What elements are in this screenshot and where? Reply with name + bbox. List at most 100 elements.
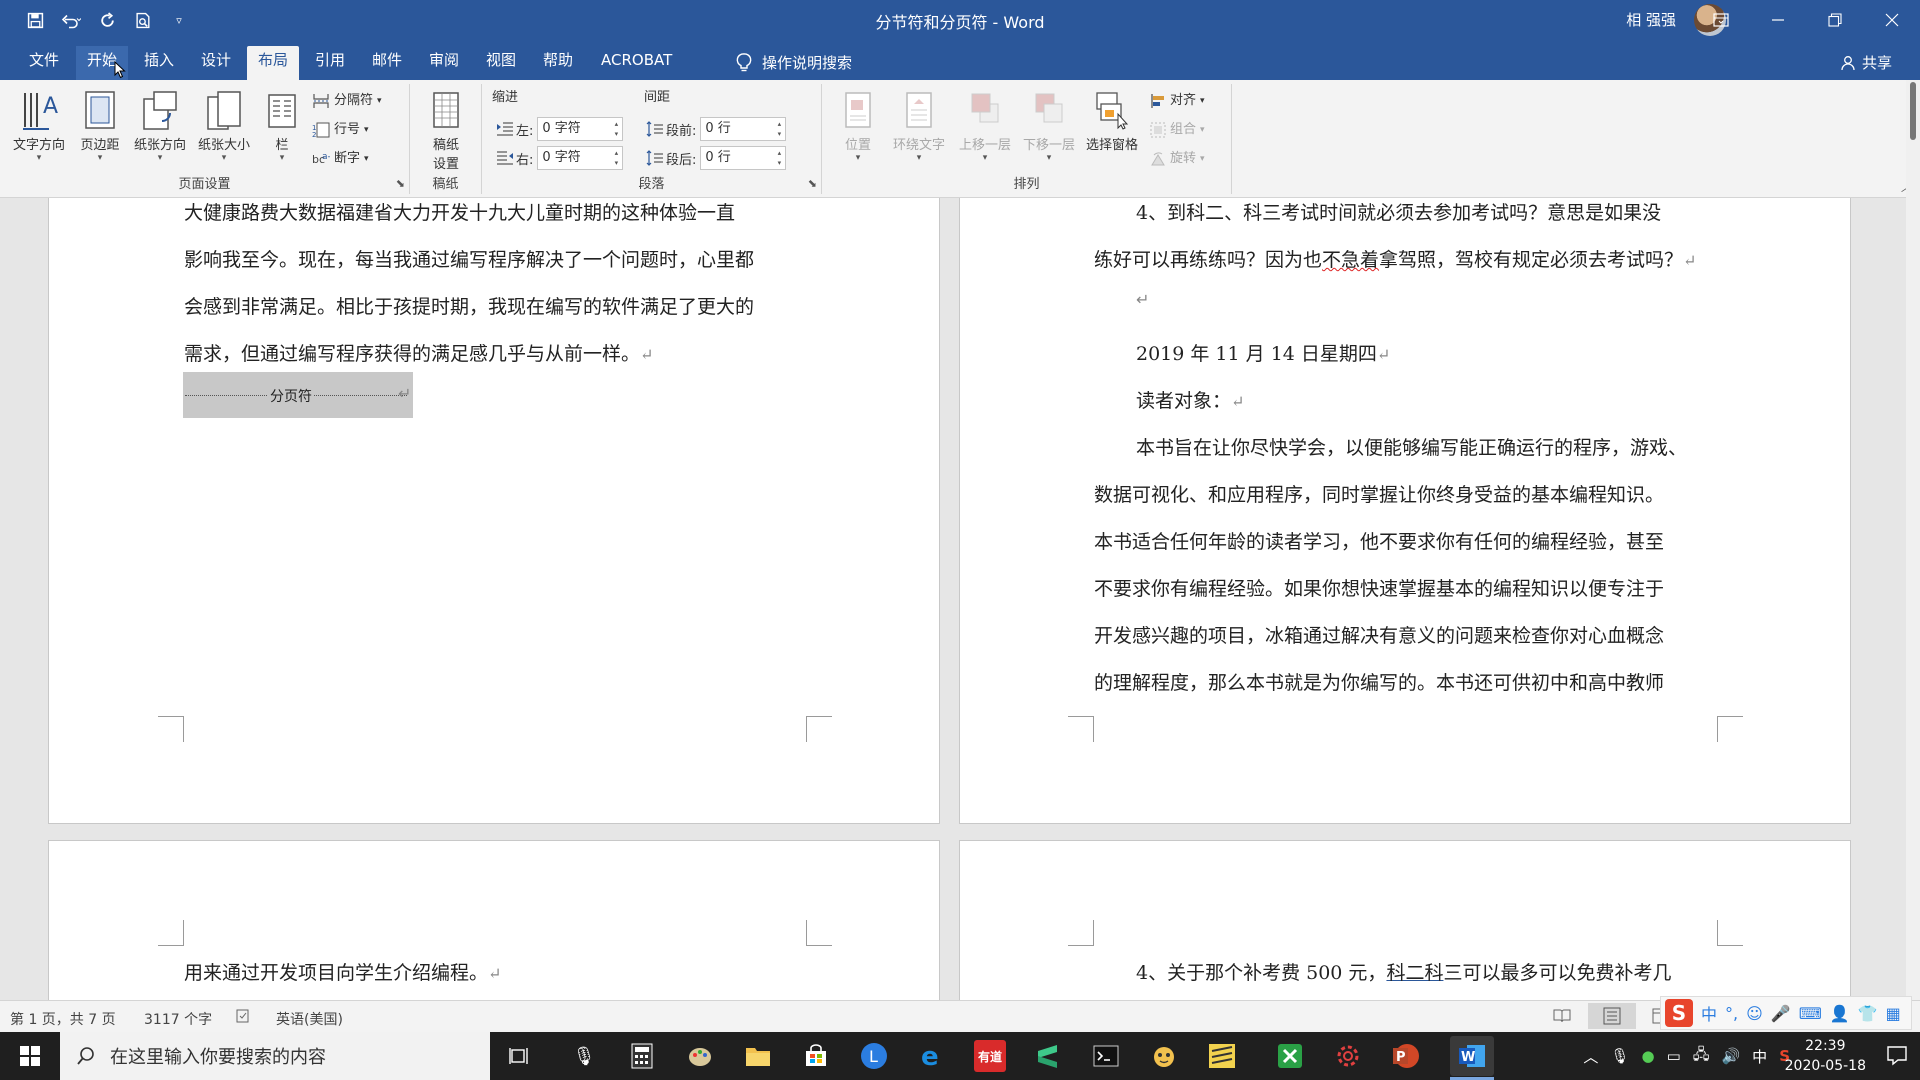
close-icon[interactable] [1863, 0, 1920, 40]
spinner-arrows-icon[interactable]: ▴ ▾ [774, 148, 784, 168]
spinner-arrows-icon[interactable]: ▴ ▾ [774, 119, 784, 139]
volume-icon[interactable]: 🔊 [1721, 1047, 1740, 1065]
spacing-after-input[interactable]: 0 行 ▴ ▾ [700, 146, 787, 170]
minimize-icon[interactable] [1749, 0, 1806, 40]
windows-start-icon[interactable] [0, 1032, 60, 1080]
word-count[interactable]: 3117 个字 [144, 1009, 212, 1029]
voice-assistant-icon[interactable]: 🎙 [568, 1040, 600, 1072]
lightbulb-icon [736, 52, 752, 71]
vertical-scrollbar[interactable] [1906, 80, 1920, 1000]
selection-pane-button[interactable]: 选择窗格 [1078, 88, 1146, 172]
group-button[interactable]: 组合 ▾ [1150, 118, 1205, 142]
spelling-error[interactable]: 不急着 [1322, 249, 1379, 271]
spinner-arrows-icon[interactable]: ▴ ▾ [611, 148, 621, 168]
page-count[interactable]: 第 1 页，共 7 页 [10, 1009, 116, 1029]
sublime-icon[interactable] [1032, 1040, 1064, 1072]
ime-mode-icon[interactable]: 中 [1701, 1001, 1717, 1025]
task-view-icon[interactable] [504, 1040, 536, 1072]
calculator-icon[interactable] [626, 1040, 658, 1072]
microphone-icon[interactable]: 🎙 [1610, 1047, 1629, 1065]
mascot-app-icon[interactable] [1148, 1040, 1180, 1072]
clock-app-icon[interactable]: L [858, 1040, 890, 1072]
rotate-button[interactable]: 旋转 ▾ [1150, 147, 1205, 171]
hyphenation-button[interactable]: bc a- 断字 ▾ [312, 147, 369, 171]
wrap-text-button[interactable]: 环绕文字 ▾ [884, 88, 954, 172]
paragraph-line: 的理解程度，那么本书就是为你编写的。本书还可供初中和高中教师 [1094, 672, 1665, 694]
user-name[interactable]: 相 强强 [1626, 9, 1676, 30]
manuscript-setup-button[interactable]: 稿纸 设置 [416, 88, 476, 172]
orientation-button[interactable]: 纸张方向 ▾ [128, 88, 192, 172]
paragraph-line: 用来通过开发项目向学生介绍编程。↵ [184, 962, 502, 984]
ribbon-display-options-icon[interactable] [1692, 0, 1749, 40]
tell-me-search[interactable]: 操作说明搜索 [736, 52, 852, 73]
keyboard-icon[interactable]: ⌨ [1799, 1004, 1822, 1023]
word-app-icon[interactable]: W [1450, 1036, 1494, 1076]
redo-icon[interactable] [92, 6, 122, 34]
powerpoint-icon[interactable]: P [1390, 1040, 1422, 1072]
emoji-icon[interactable]: ☺ [1746, 1004, 1763, 1023]
spacing-before-input[interactable]: 0 行 ▴ ▾ [700, 117, 787, 141]
ime-toolbar[interactable]: S 中 °, ☺ 🎤 ⌨ 👤 👕 ▦ [1660, 996, 1912, 1030]
notifications-icon[interactable] [1886, 1044, 1908, 1070]
share-button[interactable]: 共享 [1840, 52, 1892, 73]
battery-icon[interactable]: ▭ [1667, 1047, 1681, 1065]
customize-qat-icon[interactable]: ▿ [164, 6, 194, 34]
text-direction-button[interactable]: A 文字方向 ▾ [8, 88, 70, 172]
tab-help[interactable]: 帮助 [532, 46, 584, 80]
size-button[interactable]: 纸张大小 ▾ [192, 88, 256, 172]
margins-button[interactable]: 页边距 ▾ [70, 88, 130, 172]
line-numbers-button[interactable]: 12 行号 ▾ [312, 118, 369, 142]
send-backward-button[interactable]: 下移一层 ▾ [1016, 88, 1082, 172]
dialog-launcher-icon[interactable]: ⬊ [396, 177, 405, 190]
tab-mailings[interactable]: 邮件 [361, 46, 413, 80]
columns-button[interactable]: 栏 ▾ [256, 88, 308, 172]
restore-icon[interactable] [1806, 0, 1863, 40]
edge-browser-icon[interactable]: e [916, 1040, 948, 1072]
tab-references[interactable]: 引用 [304, 46, 356, 80]
wechat-icon[interactable]: ● [1641, 1047, 1654, 1065]
user-icon[interactable]: 👤 [1830, 1004, 1850, 1023]
terminal-icon[interactable] [1090, 1040, 1122, 1072]
rotate-label: 旋转 [1170, 151, 1197, 166]
print-preview-icon[interactable] [128, 6, 158, 34]
file-explorer-icon[interactable] [742, 1040, 774, 1072]
taskbar-search[interactable]: 在这里输入你要搜索的内容 [60, 1032, 490, 1080]
scrollbar-thumb[interactable] [1910, 82, 1916, 140]
align-button[interactable]: 对齐 ▾ [1150, 89, 1205, 113]
settings-gear-icon[interactable] [1332, 1040, 1364, 1072]
show-hidden-icons-icon[interactable]: ︿ [1583, 1046, 1598, 1067]
read-mode-icon[interactable] [1552, 1007, 1572, 1029]
tab-file[interactable]: 文件 [18, 46, 70, 80]
tab-insert[interactable]: 插入 [133, 46, 185, 80]
breaks-button[interactable]: 分隔符 ▾ [312, 89, 382, 113]
tab-design[interactable]: 设计 [190, 46, 242, 80]
line-numbers-label: 行号 [334, 122, 361, 137]
dialog-launcher-icon[interactable]: ⬊ [808, 177, 817, 190]
voice-input-icon[interactable]: 🎤 [1771, 1004, 1791, 1023]
tab-acrobat[interactable]: ACROBAT [590, 46, 683, 80]
spreadsheet-app-icon[interactable] [1274, 1040, 1306, 1072]
skin-icon[interactable]: 👕 [1858, 1004, 1878, 1023]
position-button[interactable]: 位置 ▾ [832, 88, 884, 172]
proofing-icon[interactable] [236, 1009, 252, 1027]
punctuation-icon[interactable]: °, [1725, 1004, 1738, 1023]
undo-icon[interactable] [56, 6, 86, 34]
save-icon[interactable] [20, 6, 50, 34]
youdao-dictionary-icon[interactable]: 有道 [974, 1040, 1006, 1072]
tab-layout[interactable]: 布局 [247, 46, 300, 80]
system-clock[interactable]: 22:39 2020-05-18 [1785, 1036, 1866, 1076]
spinner-arrows-icon[interactable]: ▴ ▾ [611, 119, 621, 139]
ime-indicator[interactable]: 中 [1752, 1046, 1767, 1067]
toolbox-icon[interactable]: ▦ [1886, 1004, 1901, 1023]
editor-app-icon[interactable] [1206, 1040, 1238, 1072]
store-icon[interactable] [800, 1040, 832, 1072]
indent-right-input[interactable]: 0 字符 ▴ ▾ [537, 146, 624, 170]
tab-view[interactable]: 视图 [475, 46, 527, 80]
network-icon[interactable]: 🖧 [1693, 1044, 1710, 1069]
tab-review[interactable]: 审阅 [418, 46, 470, 80]
paint-icon[interactable] [684, 1040, 716, 1072]
print-layout-icon[interactable] [1588, 1003, 1636, 1029]
bring-forward-button[interactable]: 上移一层 ▾ [952, 88, 1018, 172]
indent-left-input[interactable]: 0 字符 ▴ ▾ [537, 117, 624, 141]
language[interactable]: 英语(美国) [276, 1009, 343, 1029]
